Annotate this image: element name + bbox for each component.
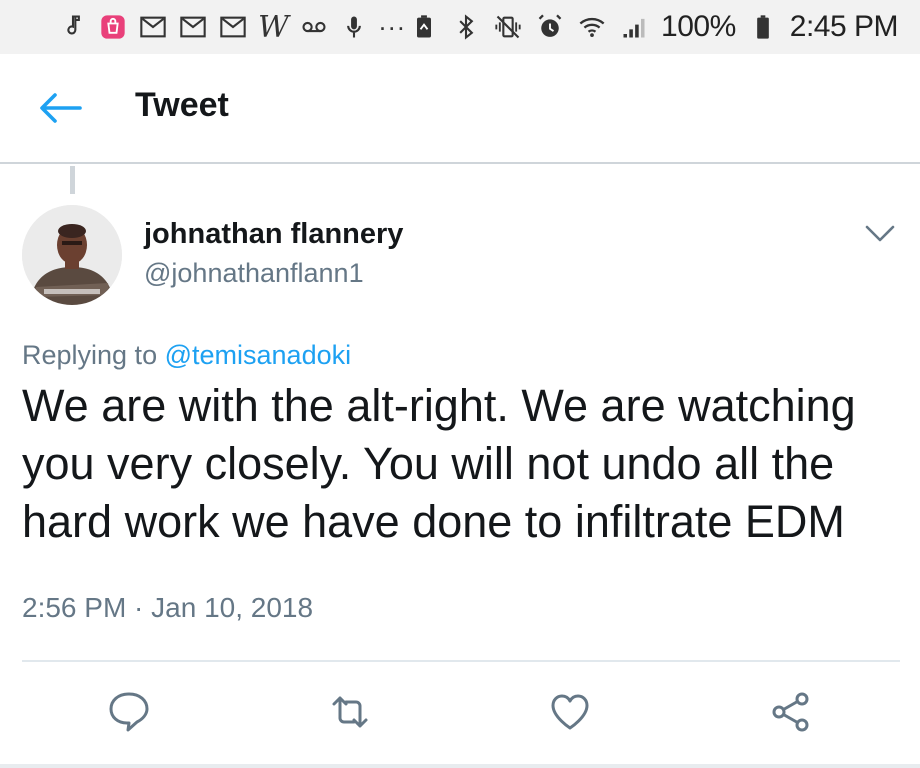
thread-connector-line xyxy=(70,166,75,194)
battery-icon xyxy=(748,12,778,42)
replying-to-label: Replying to xyxy=(22,340,158,370)
tweet-text: We are with the alt-right. We are watchi… xyxy=(22,380,856,547)
voicemail-icon xyxy=(299,12,329,42)
profile-photo-icon xyxy=(22,205,122,305)
share-icon xyxy=(772,692,809,732)
microphone-icon xyxy=(339,12,369,42)
reply-button[interactable] xyxy=(101,684,157,740)
like-button[interactable] xyxy=(542,684,598,740)
retweet-button[interactable] xyxy=(322,684,378,740)
more-dots-icon: ... xyxy=(378,5,407,36)
w-app-icon: W xyxy=(258,9,289,45)
alarm-icon xyxy=(535,12,565,42)
avatar[interactable] xyxy=(22,205,122,305)
divider xyxy=(22,660,900,662)
tweet-timestamp: 2:56 PM · Jan 10, 2018 xyxy=(22,592,314,623)
battery-percent: 100% xyxy=(661,10,736,43)
status-bar-notifications: W ... xyxy=(58,6,407,45)
shopping-bag-icon xyxy=(98,12,128,42)
signal-icon xyxy=(619,12,649,42)
battery-saver-icon xyxy=(409,12,439,42)
author-name[interactable]: johnathan flannery xyxy=(144,218,403,251)
tweet-options-button[interactable] xyxy=(862,220,898,248)
share-button[interactable] xyxy=(763,684,819,740)
status-time: 2:45 PM xyxy=(789,10,899,43)
gmail-icon xyxy=(178,12,208,42)
bottom-border xyxy=(0,764,920,768)
gmail-icon xyxy=(138,12,168,42)
retweet-icon xyxy=(332,696,368,728)
app-header: Tweet xyxy=(0,54,920,164)
back-button[interactable] xyxy=(36,88,84,128)
replying-to-link[interactable]: @temisanadoki xyxy=(165,340,352,370)
wifi-icon xyxy=(577,12,607,42)
bluetooth-icon xyxy=(451,12,481,42)
replying-to: Replying to @temisanadoki xyxy=(22,340,351,371)
reply-icon xyxy=(109,692,149,732)
page-title: Tweet xyxy=(135,86,229,124)
like-icon xyxy=(551,694,589,730)
tweet-actions xyxy=(0,684,920,744)
status-bar-system: 100% 2:45 PM xyxy=(409,10,899,44)
music-note-icon xyxy=(58,12,88,42)
gmail-icon xyxy=(218,12,248,42)
vibrate-mute-icon xyxy=(493,12,523,42)
author-handle[interactable]: @johnathanflann1 xyxy=(144,258,364,289)
back-arrow-icon xyxy=(40,93,82,123)
chevron-down-icon xyxy=(865,225,895,242)
status-bar: W ... 100% 2:45 PM xyxy=(0,0,920,54)
